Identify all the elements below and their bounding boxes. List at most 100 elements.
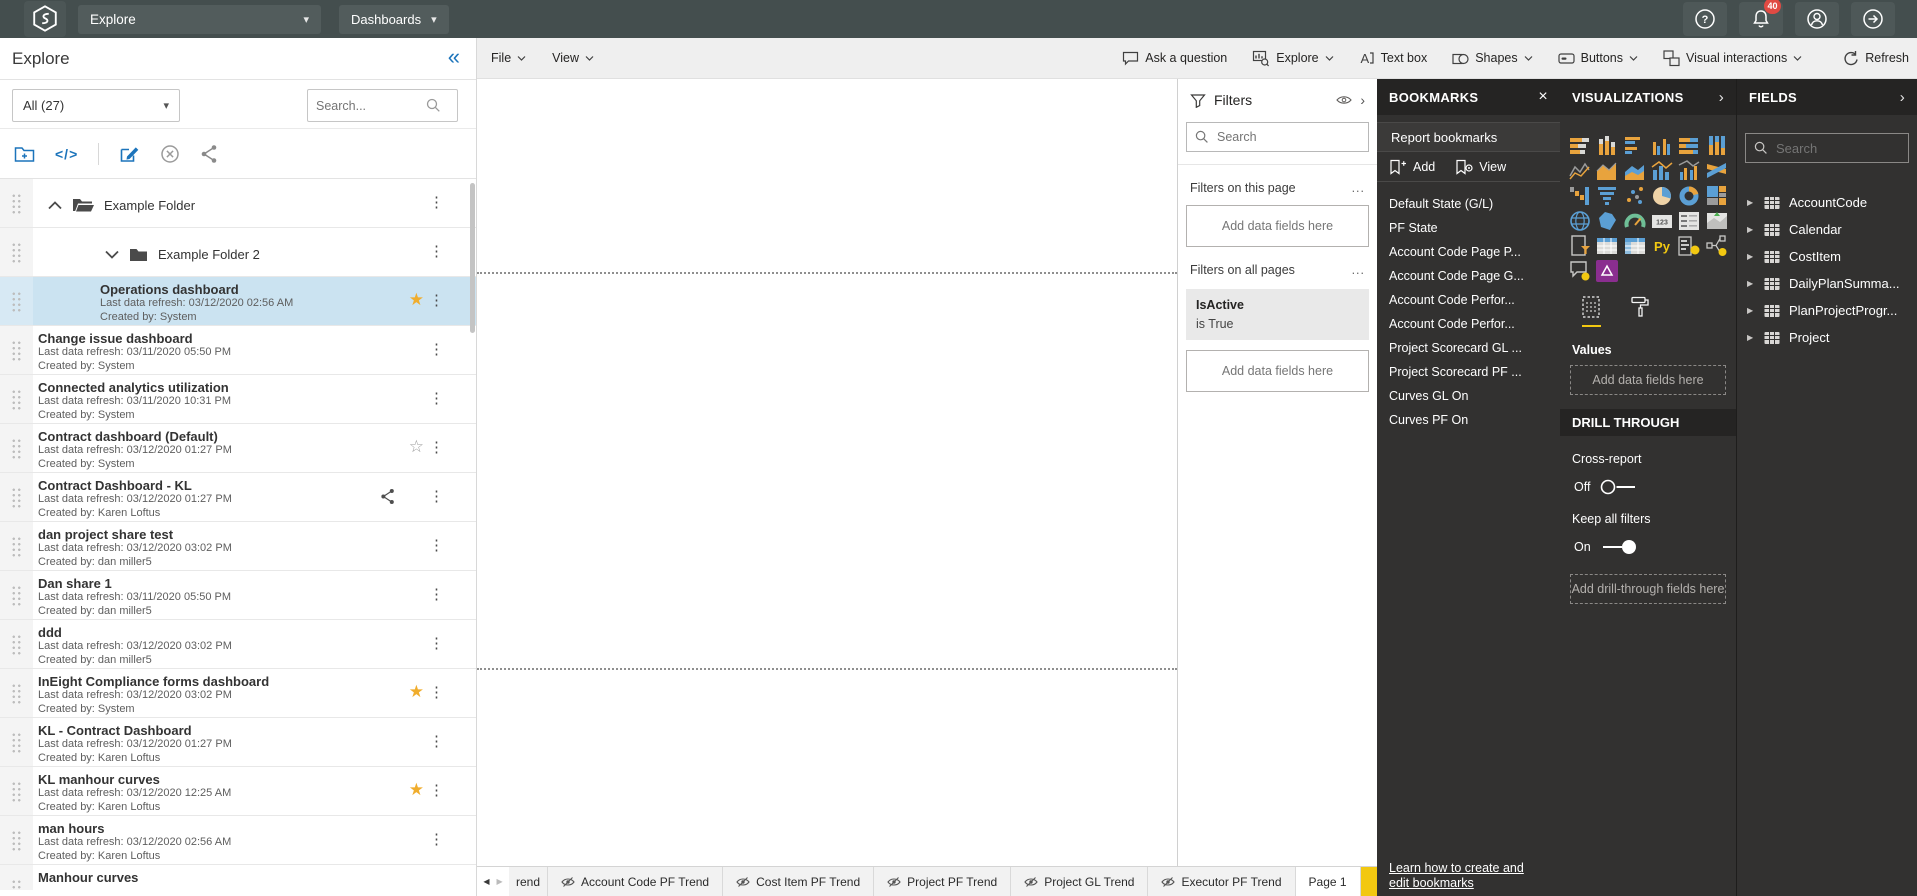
explore-menu[interactable]: Explore: [1252, 50, 1334, 67]
add-bookmark-button[interactable]: Add: [1389, 159, 1435, 175]
gauge-icon[interactable]: [1622, 210, 1648, 232]
folder-row[interactable]: Example Folder ⋮: [0, 179, 476, 228]
waterfall-chart-icon[interactable]: [1567, 185, 1593, 207]
python-visual-icon[interactable]: Py: [1649, 235, 1675, 257]
sign-out-button[interactable]: [1851, 2, 1895, 36]
cancel-button[interactable]: [160, 144, 180, 164]
drag-handle[interactable]: [0, 718, 33, 766]
section-menu-dropdown[interactable]: Dashboards ▾: [339, 4, 449, 34]
dashboard-list-item[interactable]: Connected analytics utilization Last data…: [0, 375, 476, 424]
view-bookmarks-button[interactable]: View: [1455, 159, 1506, 175]
line-chart-icon[interactable]: [1567, 160, 1593, 182]
dashboard-list-item[interactable]: Operations dashboard Last data refresh: 0…: [0, 277, 476, 326]
page-tab-executor-pf-trend[interactable]: Executor PF Trend: [1148, 867, 1296, 896]
page-tab-page-1[interactable]: Page 1: [1295, 867, 1361, 896]
bookmark-item[interactable]: Project Scorecard PF ...: [1377, 360, 1560, 384]
stacked-area-chart-icon[interactable]: [1622, 160, 1648, 182]
kebab-menu-icon[interactable]: ⋮: [429, 389, 444, 407]
dashboard-list-item[interactable]: dan project share test Last data refresh:…: [0, 522, 476, 571]
kebab-menu-icon[interactable]: ⋮: [429, 193, 444, 211]
page-tab-project-pf-trend[interactable]: Project PF Trend: [874, 867, 1012, 896]
drag-handle[interactable]: [0, 865, 33, 890]
page-tab-rend[interactable]: rend: [509, 867, 549, 896]
slicer-icon[interactable]: [1567, 235, 1593, 257]
file-menu[interactable]: File: [491, 51, 526, 65]
tab-scroll-right-icon[interactable]: ▶: [497, 877, 503, 886]
notifications-button[interactable]: 40: [1739, 0, 1783, 36]
tab-format[interactable]: [1629, 296, 1650, 327]
expand-arrow-icon[interactable]: ▶: [1747, 306, 1755, 315]
scope-filter-dropdown[interactable]: All (27) ▾: [12, 89, 180, 122]
collapse-filters-chevron-icon[interactable]: ›: [1360, 92, 1365, 108]
ask-a-question-button[interactable]: Ask a question: [1122, 50, 1227, 66]
visual-interactions-menu[interactable]: Visual interactions: [1663, 49, 1802, 67]
expand-arrow-icon[interactable]: ▶: [1747, 252, 1755, 261]
more-options-icon[interactable]: ...: [1352, 181, 1365, 195]
bookmark-item[interactable]: Account Code Page P...: [1377, 240, 1560, 264]
kebab-menu-icon[interactable]: ⋮: [429, 291, 444, 309]
drag-handle[interactable]: [0, 424, 33, 472]
field-table-dailyplansumma[interactable]: ▶ DailyPlanSumma...: [1737, 270, 1917, 297]
field-table-costitem[interactable]: ▶ CostItem: [1737, 243, 1917, 270]
dashboard-list-item[interactable]: KL manhour curves Last data refresh: 03/1…: [0, 767, 476, 816]
pie-chart-icon[interactable]: [1649, 185, 1675, 207]
dashboard-list-item[interactable]: Change issue dashboard Last data refresh:…: [0, 326, 476, 375]
favorite-star-icon[interactable]: ★: [409, 290, 424, 310]
table-icon[interactable]: [1594, 235, 1620, 257]
fields-search-input[interactable]: [1776, 140, 1896, 156]
kebab-menu-icon[interactable]: ⋮: [429, 634, 444, 652]
embed-code-button[interactable]: </>: [55, 146, 78, 162]
page-tab-project-gl-trend[interactable]: Project GL Trend: [1011, 867, 1149, 896]
list-scrollbar[interactable]: [470, 183, 475, 333]
kebab-menu-icon[interactable]: ⋮: [429, 585, 444, 603]
bookmark-item[interactable]: Curves GL On: [1377, 384, 1560, 408]
filter-card-isactive[interactable]: IsActive is True: [1186, 289, 1369, 340]
treemap-icon[interactable]: [1704, 185, 1730, 207]
100-stacked-bar-chart-icon[interactable]: [1676, 135, 1702, 157]
drag-handle[interactable]: [0, 522, 33, 570]
drag-handle[interactable]: [0, 326, 33, 374]
kebab-menu-icon[interactable]: ⋮: [429, 732, 444, 750]
field-table-planprojectprogr[interactable]: ▶ PlanProjectProgr...: [1737, 297, 1917, 324]
folder-row[interactable]: Example Folder 2 ⋮: [0, 228, 476, 277]
line-and-stacked-column-chart-icon[interactable]: [1649, 160, 1675, 182]
drag-handle[interactable]: [0, 571, 33, 619]
shared-icon[interactable]: [380, 488, 396, 505]
100-stacked-column-chart-icon[interactable]: [1704, 135, 1730, 157]
card-icon[interactable]: 123: [1649, 210, 1675, 232]
chevron-up-icon[interactable]: [48, 201, 62, 210]
key-influencers-icon[interactable]: [1676, 235, 1702, 257]
clustered-bar-chart-icon[interactable]: [1622, 135, 1648, 157]
add-folder-button[interactable]: [14, 144, 35, 164]
expand-arrow-icon[interactable]: ▶: [1747, 333, 1755, 342]
help-button[interactable]: ?: [1683, 2, 1727, 36]
drag-handle[interactable]: [0, 767, 33, 815]
favorite-star-icon[interactable]: ★: [409, 780, 424, 800]
kebab-menu-icon[interactable]: ⋮: [429, 830, 444, 848]
matrix-icon[interactable]: [1622, 235, 1648, 257]
expand-arrow-icon[interactable]: ▶: [1747, 225, 1755, 234]
dashboard-list-item[interactable]: ddd Last data refresh: 03/12/2020 03:02 P…: [0, 620, 476, 669]
bookmark-item[interactable]: Account Code Perfor...: [1377, 312, 1560, 336]
collapse-pane-chevron-icon[interactable]: ›: [1900, 89, 1905, 106]
drag-handle[interactable]: [0, 228, 33, 276]
drag-handle[interactable]: [0, 620, 33, 668]
dashboard-search[interactable]: [307, 89, 458, 122]
drag-handle[interactable]: [0, 375, 33, 423]
filters-search[interactable]: [1186, 122, 1369, 152]
bookmark-item[interactable]: Default State (G/L): [1377, 192, 1560, 216]
expand-arrow-icon[interactable]: ▶: [1747, 198, 1755, 207]
add-data-fields-dropzone[interactable]: Add data fields here: [1186, 205, 1369, 247]
bookmark-item[interactable]: Curves PF On: [1377, 408, 1560, 432]
cross-report-toggle[interactable]: Off: [1560, 478, 1736, 496]
drag-handle[interactable]: [0, 669, 33, 717]
fields-search[interactable]: [1745, 133, 1909, 163]
bookmark-item[interactable]: Project Scorecard GL ...: [1377, 336, 1560, 360]
report-bookmarks-selector[interactable]: Report bookmarks: [1377, 122, 1560, 152]
decomposition-tree-icon[interactable]: [1704, 235, 1730, 257]
add-data-fields-dropzone[interactable]: Add data fields here: [1570, 365, 1726, 395]
favorite-star-outline-icon[interactable]: ☆: [409, 437, 424, 457]
add-data-fields-dropzone[interactable]: Add data fields here: [1186, 350, 1369, 392]
map-icon[interactable]: [1567, 210, 1593, 232]
eye-icon[interactable]: [1336, 95, 1353, 105]
